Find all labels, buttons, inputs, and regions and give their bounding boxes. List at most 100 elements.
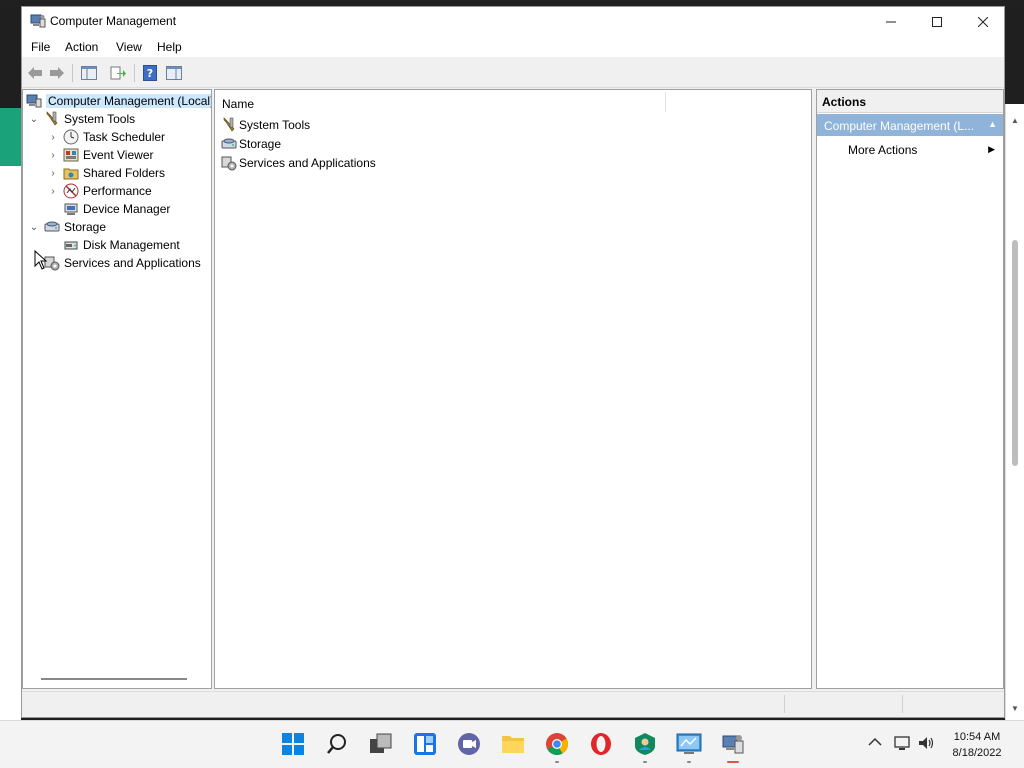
list-item-storage[interactable]: Storage — [221, 135, 281, 153]
chevron-down-icon[interactable]: ⌄ — [28, 221, 40, 233]
task-view-button[interactable] — [368, 731, 394, 757]
chrome-button[interactable] — [544, 731, 570, 763]
tree-item-label: Disk Management — [83, 238, 180, 252]
clock-date: 8/18/2022 — [952, 747, 1002, 759]
running-indicator — [555, 761, 559, 763]
task-view-icon — [370, 733, 392, 753]
widgets-button[interactable] — [412, 731, 438, 757]
computer-management-app-icon — [30, 14, 46, 28]
minimize-icon — [886, 21, 896, 23]
computer-management-icon — [26, 94, 42, 108]
more-actions-item[interactable]: More Actions ▶ — [817, 140, 1003, 160]
scrollbar-thumb[interactable] — [1012, 240, 1018, 466]
title-bar[interactable]: Computer Management — [22, 7, 1004, 37]
file-explorer-button[interactable] — [500, 731, 526, 757]
collapse-up-icon[interactable]: ▲ — [988, 119, 997, 129]
actions-group-label: Computer Management (L... — [824, 119, 975, 133]
tree-item-services-applications[interactable]: Services and Applications — [44, 254, 201, 272]
mouse-cursor-icon — [34, 250, 48, 270]
export-list-icon — [110, 66, 126, 80]
performance-icon — [63, 183, 79, 199]
running-indicator — [687, 761, 691, 763]
scroll-up-arrow-icon[interactable]: ▲ — [1011, 116, 1019, 125]
tree-item-label: Storage — [64, 220, 107, 234]
show-hide-tree-button[interactable] — [79, 63, 99, 83]
chat-button[interactable] — [456, 731, 482, 757]
opera-button[interactable] — [588, 731, 614, 757]
tree-item-system-tools[interactable]: ⌄ System Tools — [28, 110, 135, 128]
maximize-icon — [932, 17, 942, 27]
chat-icon — [458, 733, 480, 755]
back-arrow-icon — [28, 67, 42, 79]
column-divider[interactable] — [665, 92, 666, 112]
tree-item-label: Task Scheduler — [83, 130, 166, 144]
volume-icon[interactable] — [918, 735, 936, 754]
tree-item-device-manager[interactable]: Device Manager — [63, 200, 170, 218]
chrome-icon — [546, 733, 568, 755]
menu-bar: File Action View Help — [22, 37, 1004, 57]
chevron-down-icon[interactable]: ⌄ — [28, 113, 40, 125]
show-hide-action-pane-icon — [166, 66, 182, 80]
computer-management-taskbar-button[interactable] — [720, 731, 746, 763]
column-header-name[interactable]: Name — [222, 97, 254, 111]
tree-item-storage[interactable]: ⌄ Storage — [28, 218, 106, 236]
minimize-button[interactable] — [868, 7, 914, 37]
maximize-button[interactable] — [914, 7, 960, 37]
toolbar: ? — [22, 59, 1004, 88]
tree-item-label: Performance — [83, 184, 152, 198]
shield-user-icon — [635, 733, 655, 755]
menu-file[interactable]: File — [31, 40, 50, 54]
running-indicator — [643, 761, 647, 763]
close-icon — [978, 17, 988, 27]
tree-item-computer-management[interactable]: Computer Management (Local) — [26, 92, 211, 110]
show-hide-action-pane-button[interactable] — [164, 63, 184, 83]
chevron-right-icon[interactable]: › — [47, 149, 59, 161]
console-tree-pane[interactable]: Computer Management (Local) ⌄ System Too… — [22, 89, 212, 689]
tree-item-task-scheduler[interactable]: › Task Scheduler — [47, 128, 165, 146]
forward-button[interactable] — [47, 63, 67, 83]
device-manager-icon — [64, 203, 78, 215]
chevron-right-icon[interactable]: › — [47, 167, 59, 179]
menu-view[interactable]: View — [116, 40, 142, 54]
control-panel-button[interactable] — [676, 731, 702, 763]
list-item-system-tools[interactable]: System Tools — [221, 116, 310, 134]
tree-item-shared-folders[interactable]: › Shared Folders — [47, 164, 165, 182]
tree-horizontal-scrollbar[interactable] — [41, 678, 187, 680]
clock-time: 10:54 AM — [953, 731, 1001, 743]
network-icon[interactable] — [894, 735, 912, 754]
forward-arrow-icon — [50, 67, 64, 79]
computer-management-window: Computer Management File Action View Hel… — [21, 6, 1005, 718]
tree-item-performance[interactable]: › Performance — [47, 182, 152, 200]
actions-pane: Actions Computer Management (L... ▲ More… — [816, 89, 1004, 689]
actions-title: Actions — [822, 95, 867, 109]
scroll-down-arrow-icon[interactable]: ▼ — [1011, 704, 1019, 713]
services-applications-icon — [221, 156, 237, 171]
actions-group-computer-management[interactable]: Computer Management (L... ▲ — [817, 114, 1003, 136]
folder-icon — [502, 736, 524, 753]
start-button[interactable] — [280, 731, 306, 757]
search-button[interactable] — [324, 731, 350, 757]
event-viewer-icon — [63, 148, 79, 162]
tree-item-event-viewer[interactable]: › Event Viewer — [47, 146, 153, 164]
system-clock[interactable]: 10:54 AM 8/18/2022 — [940, 729, 1014, 761]
help-button[interactable]: ? — [140, 63, 160, 83]
opera-icon — [591, 733, 611, 755]
app-button-green[interactable] — [632, 731, 658, 763]
storage-icon — [221, 138, 237, 149]
tree-item-label: Event Viewer — [83, 148, 154, 162]
computer-management-icon — [722, 735, 744, 754]
show-hidden-icons-chevron-icon[interactable] — [868, 735, 882, 750]
close-button[interactable] — [960, 7, 1006, 37]
chevron-right-icon[interactable]: › — [47, 131, 59, 143]
toolbar-separator — [72, 64, 73, 82]
export-list-button[interactable] — [108, 63, 128, 83]
tree-item-disk-management[interactable]: Disk Management — [63, 236, 180, 254]
list-item-services-applications[interactable]: Services and Applications — [221, 154, 376, 172]
chevron-right-icon[interactable]: › — [47, 185, 59, 197]
results-list-pane[interactable]: Name System Tools Storage Services and A… — [214, 89, 812, 689]
background-window-right: ▲ ▼ — [1005, 8, 1024, 720]
actions-header: Actions — [817, 90, 1003, 113]
menu-help[interactable]: Help — [157, 40, 182, 54]
back-button[interactable] — [25, 63, 45, 83]
menu-action[interactable]: Action — [65, 40, 98, 54]
